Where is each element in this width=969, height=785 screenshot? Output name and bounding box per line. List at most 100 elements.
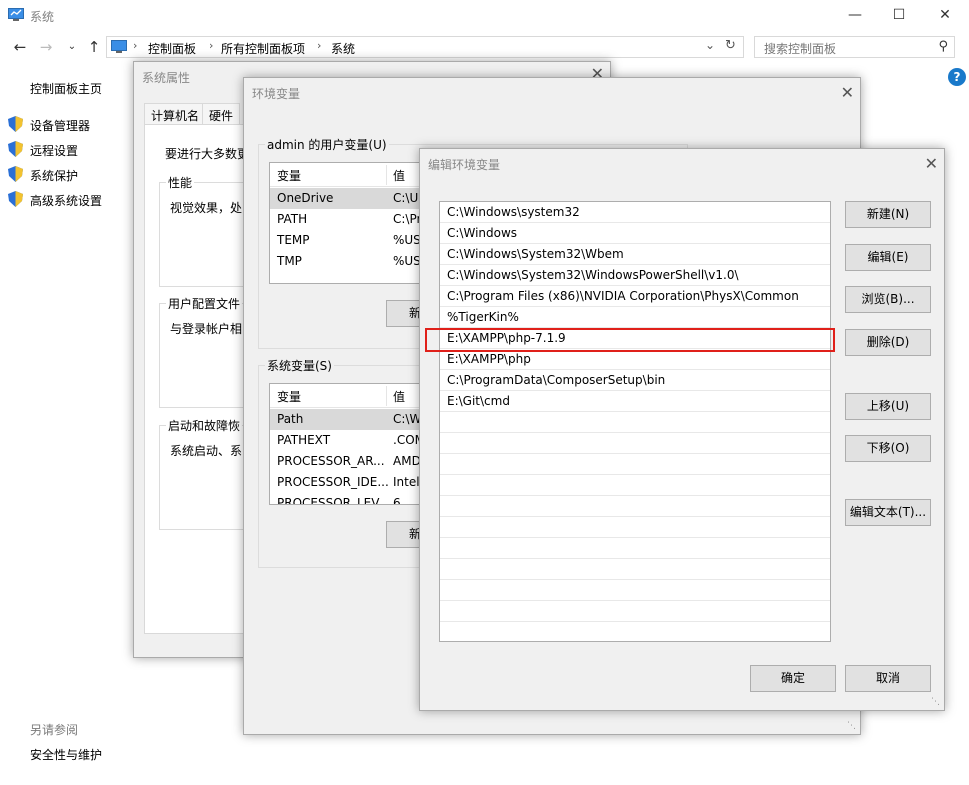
chevron-right-icon: › — [209, 39, 214, 52]
breadcrumb-system[interactable]: 系统 — [331, 40, 355, 57]
tab-hardware[interactable]: 硬件 — [202, 103, 241, 125]
help-icon[interactable]: ? — [948, 68, 966, 86]
list-item[interactable]: C:\Windows\System32\WindowsPowerShell\v1… — [440, 265, 830, 286]
security-maintenance-link[interactable]: 安全性与维护 — [30, 746, 102, 763]
resize-grip-icon[interactable]: ⋱ — [847, 721, 857, 731]
dialog-title: 系统属性 — [142, 71, 191, 85]
cell-value: 6 — [393, 496, 401, 505]
cell-value: C:\U — [393, 191, 419, 205]
group-legend: admin 的用户变量(U) — [265, 136, 389, 153]
dialog-title: 编辑环境变量 — [428, 158, 501, 172]
new-button[interactable]: 新建(N) — [845, 201, 931, 228]
nav-item-label: 远程设置 — [30, 144, 79, 158]
path-text: E:\Git\cmd — [447, 394, 510, 408]
column-header-value[interactable]: 值 — [393, 167, 405, 184]
empty-row[interactable] — [440, 538, 830, 559]
dialog-title: 环境变量 — [252, 87, 301, 101]
control-panel-icon — [111, 40, 127, 53]
back-icon[interactable]: ← — [10, 38, 30, 56]
address-bar[interactable]: › 控制面板 › 所有控制面板项 › 系统 ⌄ ↻ — [106, 36, 744, 58]
nav-control-panel-home[interactable]: 控制面板主页 — [30, 80, 102, 97]
path-text: E:\XAMPP\php — [447, 352, 531, 366]
forward-icon[interactable]: → — [36, 38, 56, 56]
list-item[interactable]: E:\XAMPP\php — [440, 349, 830, 370]
search-input[interactable]: 搜索控制面板 ⚲ — [754, 36, 955, 58]
move-down-button[interactable]: 下移(O) — [845, 435, 931, 462]
group-legend: 启动和故障恢 — [166, 417, 243, 434]
path-text: C:\ProgramData\ComposerSetup\bin — [447, 373, 666, 387]
cell-value: AMD — [393, 454, 421, 468]
path-list[interactable]: C:\Windows\system32 C:\Windows C:\Window… — [439, 201, 831, 642]
recent-dropdown-icon[interactable]: ⌄ — [62, 38, 82, 56]
cell-name: OneDrive — [277, 191, 334, 205]
list-item[interactable]: E:\Git\cmd — [440, 391, 830, 412]
cell-value: C:\W — [393, 412, 422, 426]
empty-row[interactable] — [440, 517, 830, 538]
move-up-button[interactable]: 上移(U) — [845, 393, 931, 420]
resize-grip-icon[interactable]: ⋱ — [931, 697, 941, 707]
empty-row[interactable] — [440, 454, 830, 475]
nav-item-label: 高级系统设置 — [30, 194, 103, 208]
close-window-button[interactable]: ✕ — [922, 4, 968, 28]
search-icon[interactable]: ⚲ — [938, 39, 948, 54]
empty-row[interactable] — [440, 580, 830, 601]
see-also-heading: 另请参阅 — [30, 723, 79, 737]
nav-item-label: 系统保护 — [30, 169, 79, 183]
cancel-button[interactable]: 取消 — [845, 665, 931, 692]
empty-row[interactable] — [440, 559, 830, 580]
window-title: 系统 — [30, 10, 55, 24]
window-titlebar: 系统 — ☐ ✕ — [0, 0, 969, 32]
up-icon[interactable]: ↑ — [84, 38, 104, 56]
column-header-value[interactable]: 值 — [393, 388, 405, 405]
cell-name: PROCESSOR_AR... — [277, 454, 385, 468]
search-placeholder: 搜索控制面板 — [764, 42, 837, 56]
path-text: C:\Windows\system32 — [447, 205, 580, 219]
delete-button[interactable]: 删除(D) — [845, 329, 931, 356]
empty-row[interactable] — [440, 622, 830, 641]
close-icon[interactable]: ✕ — [841, 83, 854, 102]
shield-icon — [8, 166, 23, 182]
cell-name: TMP — [277, 254, 302, 268]
list-item[interactable]: C:\Program Files (x86)\NVIDIA Corporatio… — [440, 286, 830, 307]
list-item[interactable]: C:\Windows — [440, 223, 830, 244]
group-text: 系统启动、系 — [170, 444, 243, 458]
empty-row[interactable] — [440, 433, 830, 454]
chevron-down-icon[interactable]: ⌄ — [705, 38, 715, 52]
group-text: 与登录帐户相 — [170, 322, 243, 336]
empty-row[interactable] — [440, 475, 830, 496]
column-header-variable[interactable]: 变量 — [277, 388, 301, 405]
highlight-box — [425, 328, 835, 352]
browse-button[interactable]: 浏览(B)... — [845, 286, 931, 313]
list-item[interactable]: C:\Windows\System32\Wbem — [440, 244, 830, 265]
path-text: C:\Windows — [447, 226, 518, 240]
cell-name: PROCESSOR_LEV... — [277, 496, 390, 505]
list-item[interactable]: %TigerKin% — [440, 307, 830, 328]
tab-computer-name[interactable]: 计算机名 — [144, 103, 207, 125]
edit-text-button[interactable]: 编辑文本(T)... — [845, 499, 931, 526]
group-text: 视觉效果，处 — [170, 201, 243, 215]
list-item[interactable]: C:\Windows\system32 — [440, 202, 830, 223]
intro-text: 要进行大多数更 — [165, 147, 250, 161]
ok-button[interactable]: 确定 — [750, 665, 836, 692]
edit-button[interactable]: 编辑(E) — [845, 244, 931, 271]
list-item[interactable]: C:\ProgramData\ComposerSetup\bin — [440, 370, 830, 391]
path-text: %TigerKin% — [447, 310, 519, 324]
shield-icon — [8, 141, 23, 157]
close-icon[interactable]: ✕ — [925, 154, 938, 173]
column-header-variable[interactable]: 变量 — [277, 167, 301, 184]
empty-row[interactable] — [440, 412, 830, 433]
breadcrumb-control-panel[interactable]: 控制面板 — [148, 40, 196, 57]
cell-name: PATH — [277, 212, 308, 226]
shield-icon — [8, 116, 23, 132]
path-text: C:\Windows\System32\Wbem — [447, 247, 624, 261]
empty-row[interactable] — [440, 601, 830, 622]
system-app-icon — [8, 8, 24, 21]
empty-row[interactable] — [440, 496, 830, 517]
maximize-button[interactable]: ☐ — [876, 4, 922, 28]
refresh-icon[interactable]: ↻ — [725, 38, 736, 53]
path-text: C:\Windows\System32\WindowsPowerShell\v1… — [447, 268, 739, 282]
breadcrumb-all-items[interactable]: 所有控制面板项 — [221, 40, 305, 57]
shield-icon — [8, 191, 23, 207]
minimize-button[interactable]: — — [832, 4, 878, 28]
group-legend: 系统变量(S) — [265, 357, 334, 374]
